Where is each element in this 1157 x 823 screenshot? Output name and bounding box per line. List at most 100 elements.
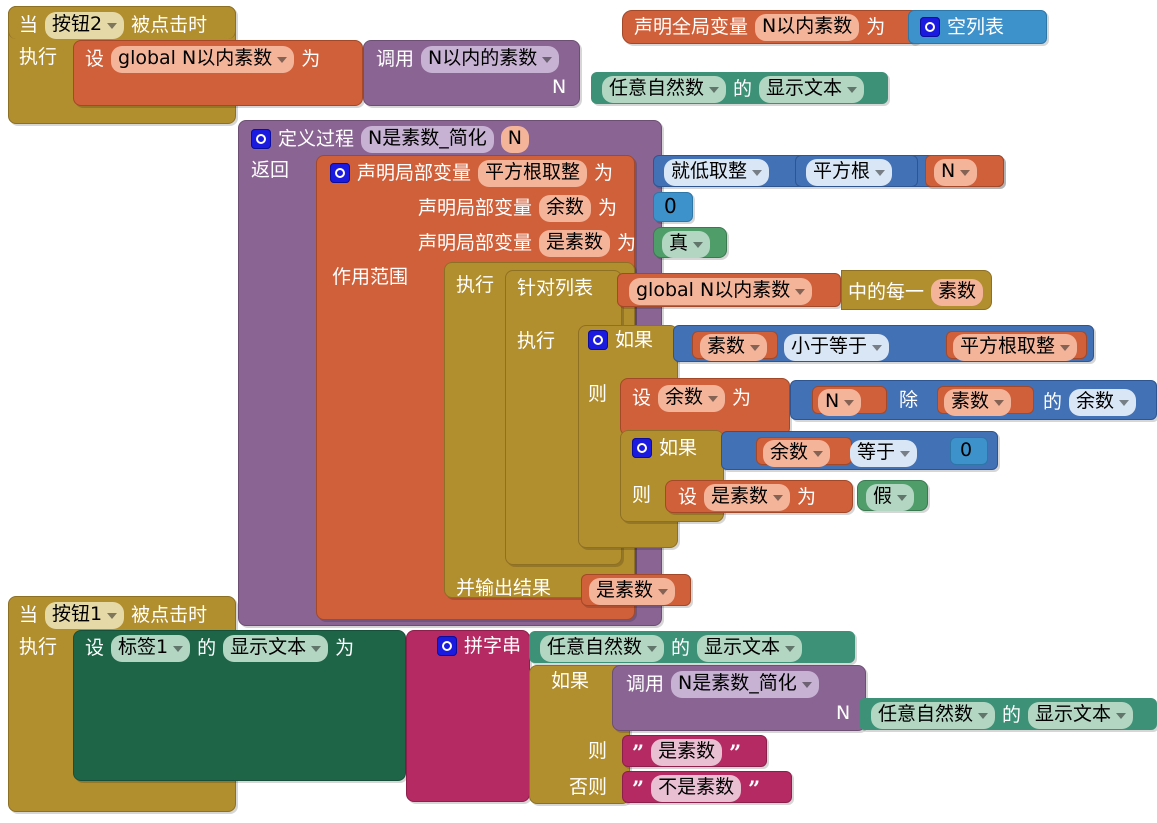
component-name: 任意自然数 [547, 636, 643, 658]
mutator-gear-icon[interactable] [588, 330, 608, 350]
operator-label: 余数 [1076, 390, 1115, 412]
variable-dropdown-remainder[interactable]: 余数 [658, 385, 726, 412]
close-quote-icon: ” [729, 739, 742, 765]
variable-dropdown-n-2[interactable]: N [818, 389, 862, 416]
component-dropdown-button2[interactable]: 按钮2 [45, 12, 125, 39]
chevron-down-icon [107, 612, 118, 619]
when-label: 当 [19, 603, 39, 626]
to-label: 为 [301, 47, 321, 70]
variable-dropdown-is-prime-result[interactable]: 是素数 [589, 578, 676, 605]
mutator-gear-icon[interactable] [632, 438, 652, 458]
divide-label: 除 [899, 389, 919, 411]
when-label: 当 [19, 13, 39, 36]
variable-name: 是素数 [711, 485, 769, 507]
variable-dropdown-is-prime[interactable]: 是素数 [704, 484, 791, 511]
sqrt-row: 平方根 [806, 159, 893, 186]
chevron-down-icon [875, 169, 886, 176]
mutator-gear-icon[interactable] [251, 129, 271, 150]
procedure-dropdown-is-prime[interactable]: N是素数_简化 [671, 671, 819, 698]
get-sqrt-int-row-1: 平方根取整 [953, 334, 1078, 361]
property-dropdown-text-2[interactable]: 显示文本 [697, 635, 803, 662]
chevron-down-icon [1060, 344, 1071, 351]
variable-name: 余数 [770, 441, 809, 463]
variable-dropdown-remainder-1[interactable]: 余数 [763, 440, 831, 467]
local-name-field-1[interactable]: 平方根取整 [478, 160, 588, 187]
sqrt-label: 平方根 [813, 160, 871, 182]
empty-list-label: 空列表 [947, 15, 1005, 38]
create-empty-list-row: 空列表 [920, 17, 1004, 37]
global-declaration-row: 声明全局变量 N以内素数 为 [634, 14, 885, 41]
then-label-inner: 则 [632, 484, 652, 506]
component-dropdown-natural-number-2[interactable]: 任意自然数 [540, 635, 665, 662]
chevron-down-icon [844, 399, 855, 406]
chevron-down-icon [872, 344, 883, 351]
procedure-param-n[interactable]: N [500, 126, 529, 153]
for-each-list-label: 针对列表 [517, 277, 594, 299]
chevron-down-icon [752, 169, 763, 176]
procedure-name-field[interactable]: N是素数_简化 [361, 126, 494, 153]
for-each-header-row: 针对列表 [517, 279, 593, 298]
scope-label: 作用范围 [332, 266, 409, 288]
floor-dropdown[interactable]: 就低取整 [664, 159, 770, 186]
global-variable-dropdown-primes[interactable]: global N以内素数 [629, 278, 813, 305]
set-label: 设 [632, 386, 652, 409]
procedure-name: N是素数_简化 [368, 127, 487, 149]
result-label: 并输出结果 [456, 577, 552, 599]
variable-name: 素数 [951, 390, 990, 412]
if-label: 如果 [615, 328, 654, 351]
component-dropdown-natural-number-1[interactable]: 任意自然数 [602, 76, 727, 103]
chevron-down-icon [693, 241, 704, 248]
chevron-down-icon [813, 450, 824, 457]
chevron-down-icon [173, 645, 184, 652]
of-label: 的 [733, 77, 753, 100]
variable-dropdown-n-1[interactable]: N [934, 159, 978, 186]
chevron-down-icon [847, 86, 858, 93]
text-field-not-prime[interactable]: 不是素数 [651, 775, 742, 802]
mutator-gear-icon[interactable] [330, 163, 350, 184]
boolean-false-row: 假 [866, 484, 915, 511]
open-quote-icon: ” [632, 739, 645, 765]
local-name-field-2[interactable]: 余数 [539, 195, 592, 222]
local-name: 平方根取整 [485, 161, 581, 183]
operator-dropdown-eq[interactable]: 等于 [850, 440, 918, 467]
scope-do-label: 执行 [456, 274, 495, 296]
chevron-down-icon [900, 450, 911, 457]
mutator-gear-icon[interactable] [920, 17, 940, 37]
for-each-do-label: 执行 [517, 330, 556, 352]
property-name: 显示文本 [1035, 703, 1112, 725]
call-label: 调用 [376, 47, 415, 70]
operator-label: 小于等于 [791, 335, 868, 357]
property-dropdown-text-label1[interactable]: 显示文本 [223, 635, 329, 662]
component-dropdown-button1[interactable]: 按钮1 [45, 602, 125, 629]
boolean-dropdown-true[interactable]: 真 [662, 231, 711, 258]
procedure-return-label: 返回 [251, 159, 290, 181]
text-field-is-prime[interactable]: 是素数 [651, 739, 723, 766]
of-label: 的 [671, 636, 691, 659]
component-dropdown-label1[interactable]: 标签1 [111, 635, 191, 662]
mutator-gear-icon[interactable] [437, 636, 457, 656]
local-var-row-2: 声明局部变量 余数 为 [418, 195, 617, 222]
to-label: 为 [335, 636, 355, 659]
property-dropdown-text-3[interactable]: 显示文本 [1028, 702, 1134, 729]
procedure-dropdown-primes[interactable]: N以内的素数 [421, 46, 560, 73]
param-name: N [507, 127, 522, 149]
global-name-field[interactable]: N以内素数 [755, 14, 860, 41]
chevron-down-icon [709, 86, 720, 93]
operator-dropdown-remainder[interactable]: 余数 [1069, 389, 1137, 416]
loop-item-field[interactable]: 素数 [931, 279, 984, 306]
operator-dropdown-lte[interactable]: 小于等于 [784, 334, 890, 361]
boolean-dropdown-false[interactable]: 假 [866, 484, 915, 511]
number-value-zero-2[interactable]: 0 [960, 441, 972, 460]
call-procedure-is-prime-row: 调用 N是素数_简化 [626, 671, 819, 698]
variable-dropdown-sqrt-int-1[interactable]: 平方根取整 [953, 334, 1078, 361]
local-name-field-3[interactable]: 是素数 [539, 230, 611, 257]
sqrt-dropdown[interactable]: 平方根 [806, 159, 893, 186]
of-label: 的 [1043, 390, 1063, 413]
global-variable-dropdown[interactable]: global N以内素数 [111, 46, 295, 73]
number-value-zero-1[interactable]: 0 [664, 196, 677, 216]
property-dropdown-text-1[interactable]: 显示文本 [759, 76, 865, 103]
component-dropdown-natural-number-3[interactable]: 任意自然数 [871, 702, 996, 729]
of-label: 的 [197, 636, 217, 659]
variable-dropdown-prime-2[interactable]: 素数 [944, 389, 1012, 416]
variable-dropdown-prime-1[interactable]: 素数 [700, 334, 768, 361]
